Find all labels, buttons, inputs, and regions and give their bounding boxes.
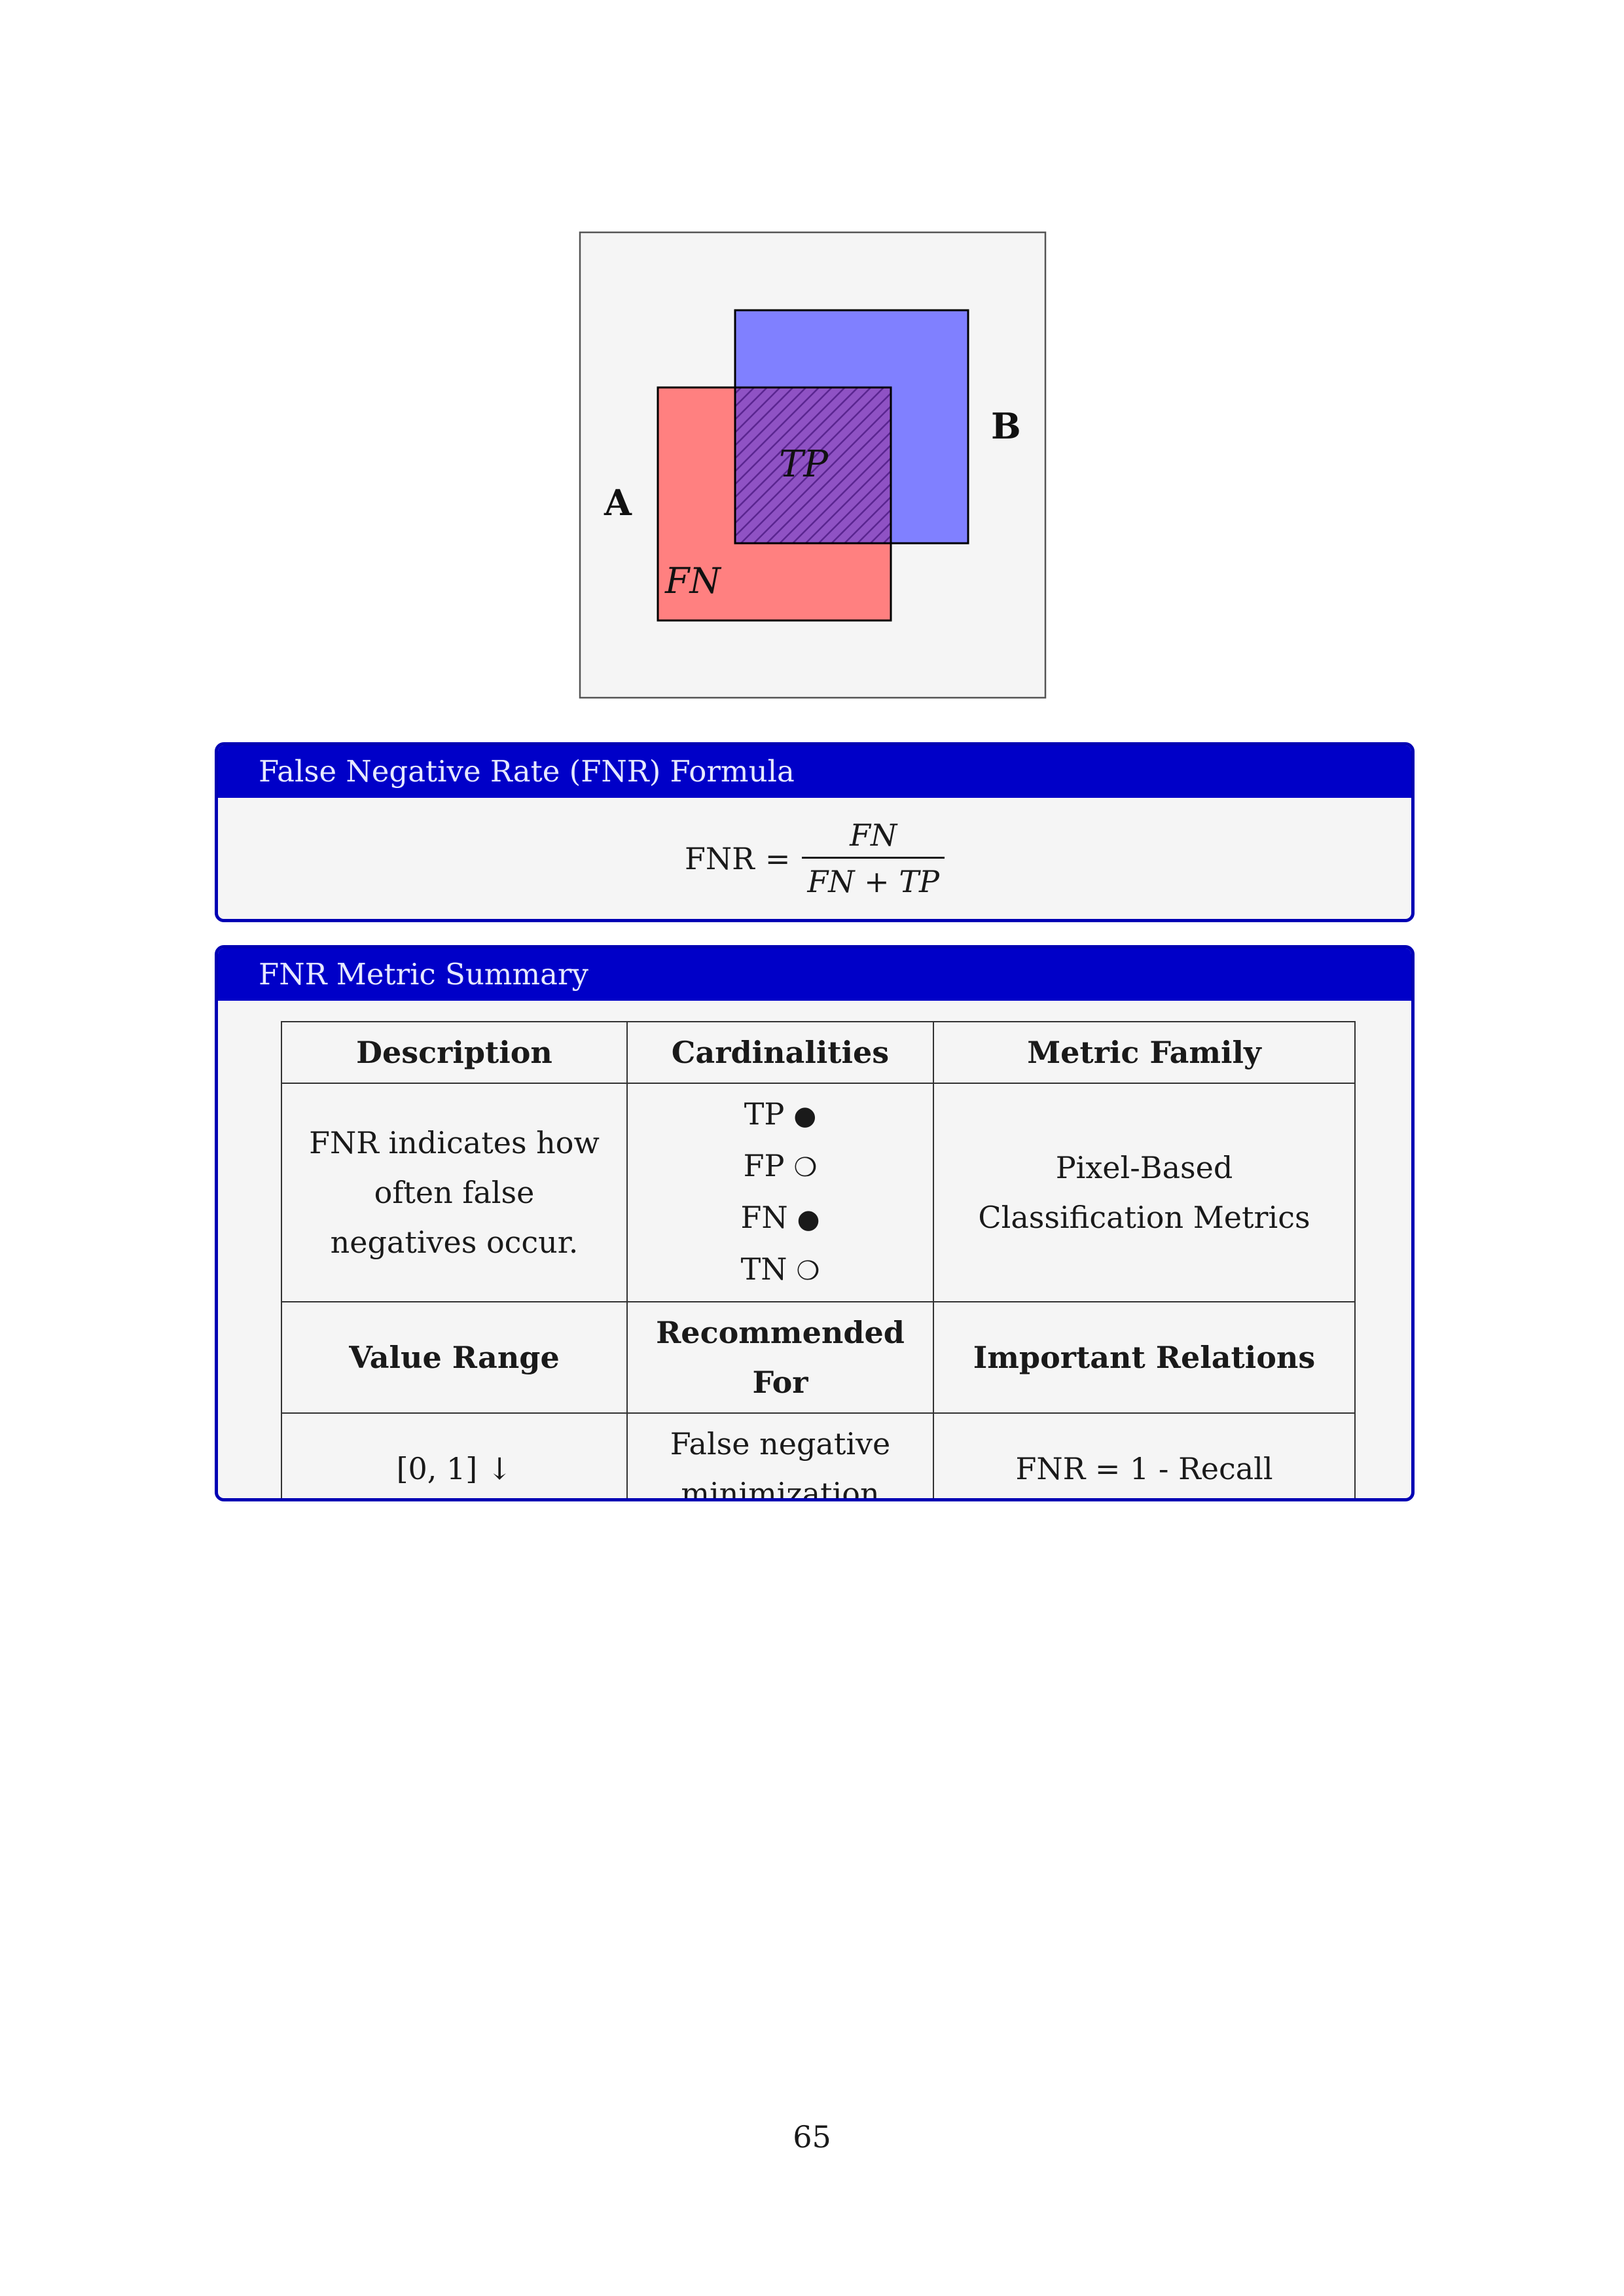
metric-family-cell: Pixel-Based Classification Metrics	[933, 1083, 1356, 1302]
label-tp: TP	[779, 443, 829, 486]
cardinality-tp: TP ●	[643, 1089, 917, 1141]
label-b: B	[991, 405, 1021, 447]
empty-circle-icon: ❍	[796, 1256, 820, 1286]
empty-circle-icon: ❍	[793, 1153, 818, 1183]
formula-fraction: FN FN + TP	[802, 817, 945, 899]
label-fn: FN	[664, 560, 721, 601]
table-row: FNR indicates how often false negatives …	[281, 1083, 1356, 1302]
table-row: Value Range Recommended For Important Re…	[281, 1301, 1356, 1414]
cardinality-label: TN	[740, 1251, 787, 1287]
cardinality-fn: FN ●	[643, 1193, 917, 1244]
header-value-range: Value Range	[281, 1301, 628, 1414]
cardinality-label: FN	[740, 1200, 788, 1235]
table-row: [0, 1] ↓ False negative minimization FNR…	[281, 1412, 1356, 1498]
fnr-formula: FNR = FN FN + TP	[218, 798, 1411, 919]
value-range-cell: [0, 1] ↓	[281, 1412, 628, 1498]
cardinality-label: FP	[743, 1148, 785, 1183]
summary-table: Description Cardinalities Metric Family …	[281, 1021, 1356, 1498]
formula-box-title: False Negative Rate (FNR) Formula	[218, 745, 1411, 798]
formula-numerator: FN	[850, 817, 897, 853]
cardinalities-cell: TP ● FP ❍ FN ● TN ❍	[626, 1083, 934, 1302]
cardinality-tn: TN ❍	[643, 1244, 917, 1296]
important-relations-cell: FNR = 1 - Recall	[933, 1412, 1356, 1498]
filled-circle-icon: ●	[793, 1101, 817, 1131]
header-metric-family: Metric Family	[933, 1021, 1356, 1084]
header-description: Description	[281, 1021, 628, 1084]
label-a: A	[604, 482, 632, 524]
cardinality-label: TP	[744, 1096, 785, 1132]
cardinality-fp: FP ❍	[643, 1141, 917, 1193]
description-cell: FNR indicates how often false negatives …	[281, 1083, 628, 1302]
formula-lhs: FNR	[685, 840, 755, 876]
summary-box: FNR Metric Summary Description Cardinali…	[215, 945, 1415, 1501]
venn-figure: A B TP FN	[579, 231, 1047, 699]
header-recommended-for: Recommended For	[626, 1301, 934, 1414]
header-cardinalities: Cardinalities	[626, 1021, 934, 1084]
table-row: Description Cardinalities Metric Family	[281, 1021, 1356, 1084]
formula-equals: =	[765, 840, 791, 876]
summary-box-title: FNR Metric Summary	[218, 948, 1411, 1001]
formula-denominator: FN + TP	[802, 857, 945, 899]
recommended-for-cell: False negative minimization	[626, 1412, 934, 1498]
header-important-relations: Important Relations	[933, 1301, 1356, 1414]
page-number: 65	[793, 2119, 831, 2155]
filled-circle-icon: ●	[797, 1204, 820, 1234]
formula-box: False Negative Rate (FNR) Formula FNR = …	[215, 742, 1415, 922]
